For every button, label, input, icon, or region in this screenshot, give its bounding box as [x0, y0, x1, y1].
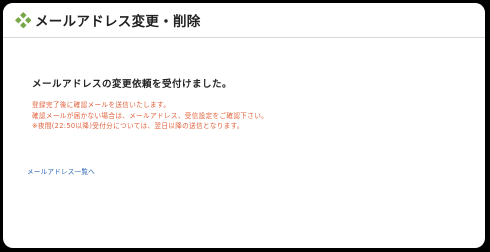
notice-line: ※夜間(22:50以降)受付分については、翌日以降の送信となります。	[32, 122, 244, 130]
notice-text: 登録完了後に確認メールを送信いたします。 確認メールが届かない場合は、メールアド…	[32, 100, 268, 132]
notice-line: 登録完了後に確認メールを送信いたします。	[32, 101, 171, 109]
title-divider	[3, 37, 485, 38]
notice-line: 確認メールが届かない場合は、メールアドレス、受信設定をご確認下さい。	[32, 111, 269, 120]
page-title: メールアドレス変更・削除	[35, 14, 201, 30]
title-bar: メールアドレス変更・削除	[3, 3, 485, 39]
confirmation-heading: メールアドレスの変更依頼を受付けました。	[32, 79, 233, 90]
email-list-link[interactable]: メールアドレス一覧へ	[27, 166, 95, 176]
page-frame: メールアドレス変更・削除 メールアドレスの変更依頼を受付けました。 登録完了後に…	[3, 3, 485, 248]
diamond-cluster-icon	[15, 12, 31, 28]
